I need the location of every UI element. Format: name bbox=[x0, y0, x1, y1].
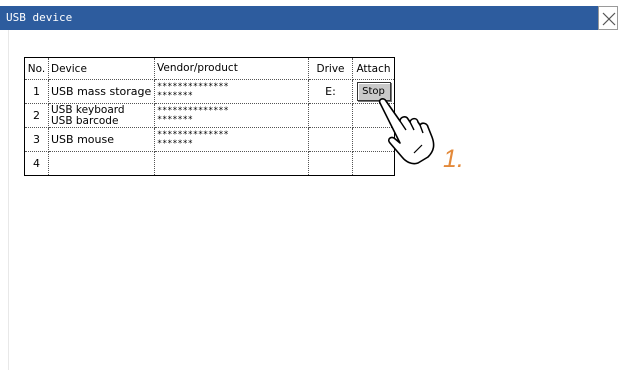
row-no: 2 bbox=[24, 103, 49, 128]
table-row: 4 bbox=[24, 151, 395, 176]
row-vendor: ************** ******* bbox=[154, 79, 309, 104]
row-vendor: ************** ******* bbox=[154, 127, 309, 152]
row-vendor: ************** ******* bbox=[154, 103, 309, 128]
device-name: USB mass storage bbox=[51, 85, 152, 98]
row-device: USB mass storage bbox=[48, 79, 155, 104]
title-bar: USB device bbox=[0, 6, 618, 30]
row-drive: E: bbox=[308, 79, 353, 104]
row-device: USB keyboard USB barcode bbox=[48, 103, 155, 128]
row-drive bbox=[308, 127, 353, 152]
table-row: 3 USB mouse ************** ******* bbox=[24, 127, 395, 152]
device-name: USB keyboard bbox=[51, 103, 125, 116]
row-no: 4 bbox=[24, 151, 49, 176]
header-device: Device bbox=[48, 57, 155, 80]
header-attach: Attach bbox=[352, 57, 395, 80]
usb-device-table: No. Device Vendor/product Drive Attach 1… bbox=[24, 57, 395, 176]
header-drive: Drive bbox=[308, 57, 353, 80]
product-name: ******* bbox=[157, 90, 193, 101]
header-vendor: Vendor/product bbox=[154, 57, 309, 80]
row-no: 3 bbox=[24, 127, 49, 152]
product-name: ******* bbox=[157, 138, 193, 149]
close-button[interactable] bbox=[598, 6, 618, 30]
close-icon bbox=[602, 12, 616, 26]
row-drive bbox=[308, 151, 353, 176]
table-header-row: No. Device Vendor/product Drive Attach bbox=[24, 57, 395, 80]
table-row: 2 USB keyboard USB barcode *************… bbox=[24, 103, 395, 128]
row-device bbox=[48, 151, 155, 176]
row-drive bbox=[308, 103, 353, 128]
device-name: USB mouse bbox=[51, 133, 114, 146]
row-no: 1 bbox=[24, 79, 49, 104]
row-vendor bbox=[154, 151, 309, 176]
header-no: No. bbox=[24, 57, 49, 80]
step-label: 1. bbox=[443, 145, 464, 173]
product-name: ******* bbox=[157, 114, 193, 125]
device-name-secondary: USB barcode bbox=[51, 114, 119, 127]
window-title: USB device bbox=[6, 11, 73, 24]
pointing-hand-icon bbox=[378, 98, 435, 165]
table-row: 1 USB mass storage ************** ******… bbox=[24, 79, 395, 104]
row-device: USB mouse bbox=[48, 127, 155, 152]
